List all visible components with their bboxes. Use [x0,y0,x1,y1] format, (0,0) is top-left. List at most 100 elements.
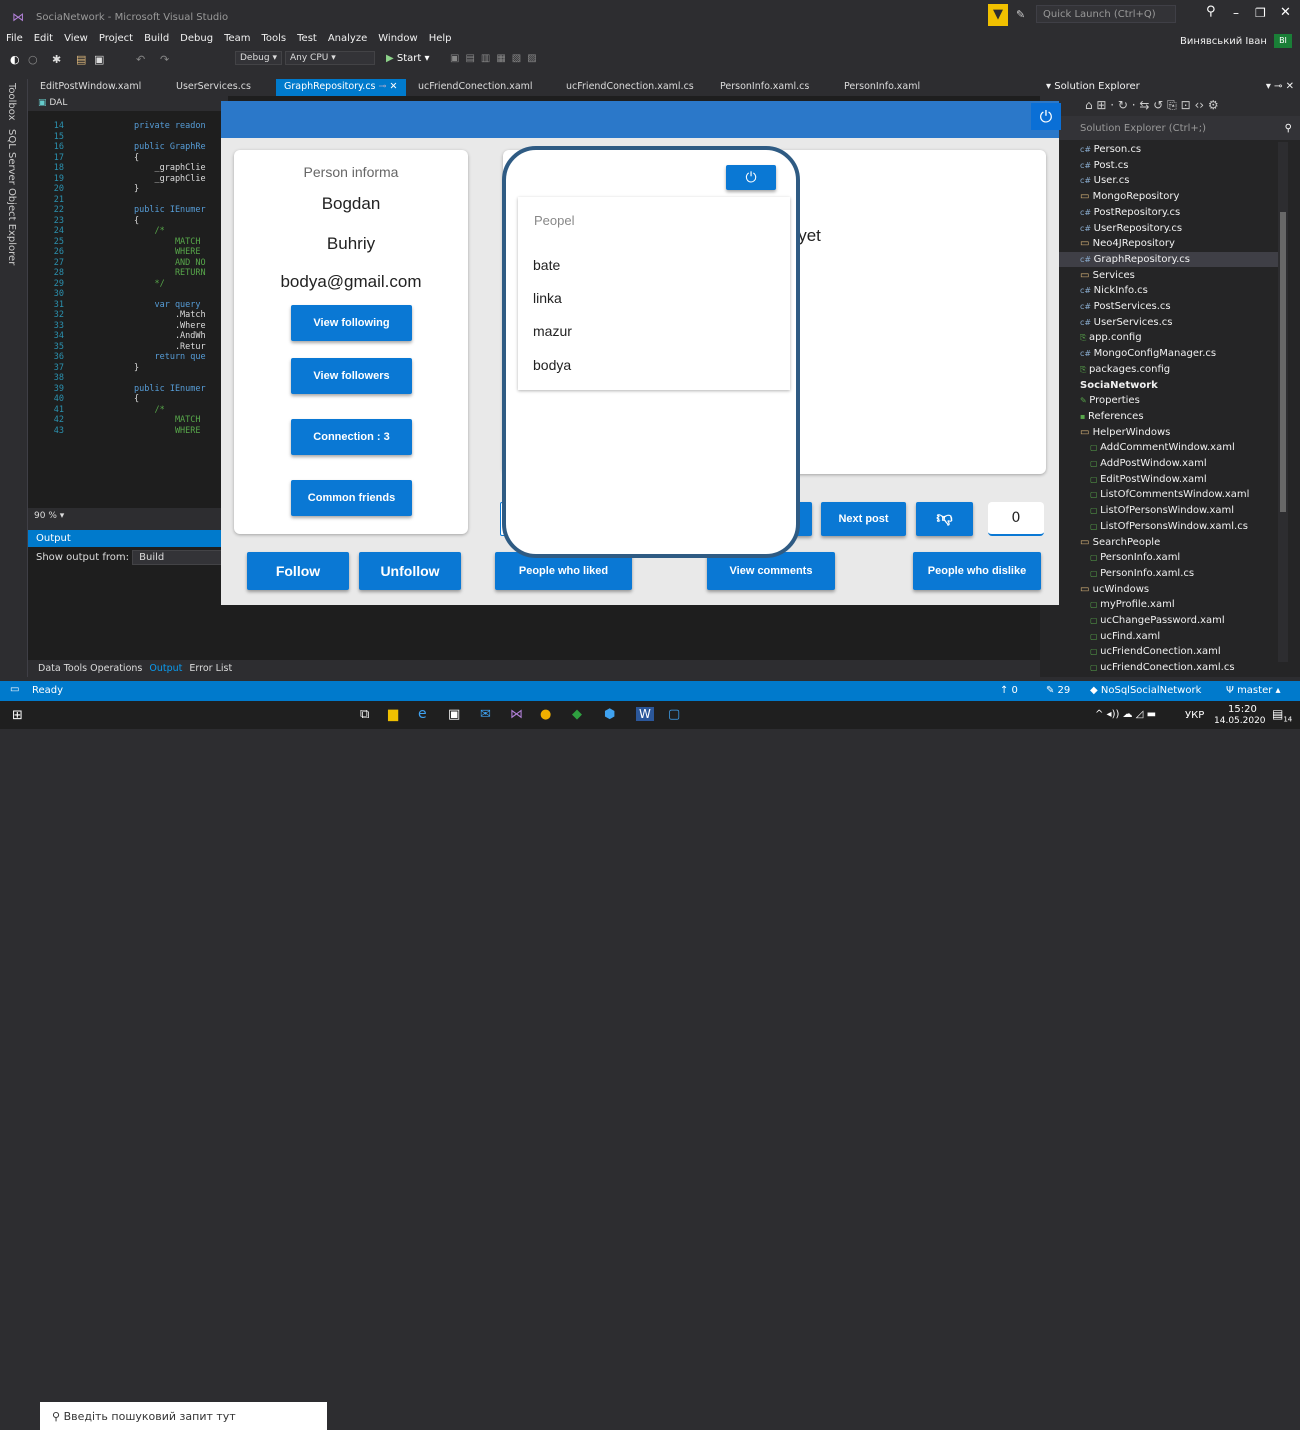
solution-item[interactable]: ▭ SearchPeople [1040,535,1278,550]
code-line[interactable]: 23 { [36,216,206,227]
clock-date[interactable]: 14.05.2020 [1214,716,1266,726]
solution-item[interactable]: ▢ AddPostWindow.xaml [1040,456,1278,471]
restore-button[interactable]: ❐ [1255,6,1266,20]
tab-userservices-cs[interactable]: UserServices.cs [168,79,259,96]
solution-item[interactable]: ▢ myProfile.xaml [1040,597,1278,612]
solution-item[interactable]: ▢ ListOfPersonsWindow.xaml [1040,503,1278,518]
solution-item[interactable]: ✎ Properties [1040,393,1278,408]
solution-item[interactable]: ⎘ packages.config [1040,362,1278,377]
visual-studio-icon[interactable]: ⋈ [510,707,523,722]
solution-item[interactable]: ▢ AddCommentWindow.xaml [1040,440,1278,455]
project-dropdown[interactable]: ▣ DAL [28,96,228,111]
code-line[interactable]: 37} [36,363,206,374]
mail-icon[interactable]: ✉ [480,707,491,722]
status-repo[interactable]: ◆ NoSqlSocialNetwork [1090,685,1201,696]
zoom-control[interactable]: 90 % ▾ [28,508,228,524]
solution-item[interactable]: c# PostServices.cs [1040,299,1278,314]
solution-item[interactable]: ▢ ucFriendConection.xaml.cs [1040,660,1278,675]
code-line[interactable]: 42 MATCH [36,415,206,426]
toolbox-tab[interactable]: Toolbox [6,83,17,121]
connection-button[interactable]: Connection : 3 [291,419,412,455]
tab-editpostwindow-xaml[interactable]: EditPostWindow.xaml [32,79,149,96]
list-item[interactable]: mazur [533,323,572,339]
code-line[interactable]: 26 WHERE [36,247,206,258]
code-line[interactable]: 28 RETURN [36,268,206,279]
code-text[interactable]: 14 private readon 15 16 public GraphRe 17 {18 … [36,121,206,436]
code-line[interactable]: 29 */ [36,279,206,290]
output-source-select[interactable]: Build [132,550,223,565]
menu-window[interactable]: Window [378,33,417,44]
menu-debug[interactable]: Debug [180,33,213,44]
configuration-select[interactable]: Debug ▾ [235,51,282,65]
app-window-icon[interactable]: ▢ [668,707,680,722]
quick-launch-search-icon[interactable]: ⚲ [1206,4,1216,19]
undo-icon[interactable]: ↶ [136,53,145,66]
code-line[interactable]: 24 /* [36,226,206,237]
quick-launch-input[interactable]: Quick Launch (Ctrl+Q) [1036,5,1176,23]
filter-icon[interactable]: ▼ [988,4,1008,26]
status-edits[interactable]: ✎ 29 [1046,685,1070,696]
solution-item[interactable]: ▢ EditPostWindow.xaml [1040,472,1278,487]
feedback-icon[interactable]: ✎ [1016,8,1025,21]
start-button[interactable]: ▶ Start ▾ [386,53,430,64]
code-line[interactable]: 27 AND NO [36,258,206,269]
menu-edit[interactable]: Edit [34,33,53,44]
menu-file[interactable]: File [6,33,23,44]
solution-item[interactable]: c# Person.cs [1040,142,1278,157]
solution-item[interactable]: c# User.cs [1040,173,1278,188]
tab-data-tools-operations[interactable]: Data Tools Operations [38,663,142,674]
code-line[interactable]: 17 { [36,153,206,164]
forward-icon[interactable]: ○ [28,53,38,66]
chrome-icon[interactable]: ● [540,707,551,722]
code-line[interactable]: 36 return que [36,352,206,363]
list-item[interactable]: bate [533,257,560,273]
pin-icon[interactable]: ⊸ [379,81,387,92]
app-blue-icon[interactable]: ⬢ [604,707,615,722]
tab-personinfo-xaml[interactable]: PersonInfo.xaml [836,79,928,96]
list-item[interactable]: linka [533,290,562,306]
tab-error-list[interactable]: Error List [189,663,232,674]
solution-item[interactable]: ▢ PersonInfo.xaml [1040,550,1278,565]
solution-item[interactable]: ▢ ListOfCommentsWindow.xaml [1040,487,1278,502]
open-icon[interactable]: ▤ [76,53,86,66]
view-followers-button[interactable]: View followers [291,358,412,394]
solution-item[interactable]: c# NickInfo.cs [1040,283,1278,298]
tab-graphrepository-cs[interactable]: GraphRepository.cs ⊸ ✕ [276,79,406,96]
code-line[interactable]: 21 [36,195,206,206]
menu-build[interactable]: Build [144,33,169,44]
menu-help[interactable]: Help [429,33,452,44]
sql-server-object-explorer-tab[interactable]: SQL Server Object Explorer [6,129,17,265]
solution-scrollbar[interactable] [1278,142,1288,662]
code-line[interactable]: 20} [36,184,206,195]
task-view-icon[interactable]: ⧉ [360,707,369,722]
menu-analyze[interactable]: Analyze [328,33,367,44]
solution-item[interactable]: c# Post.cs [1040,158,1278,173]
solution-explorer-search[interactable]: Solution Explorer (Ctrl+;) ⚲ [1040,116,1300,140]
solution-item[interactable]: ▢ ucFriendConection.xaml [1040,644,1278,659]
solution-item[interactable]: c# UserServices.cs [1040,315,1278,330]
code-line[interactable]: 16 public GraphRe [36,142,206,153]
menu-team[interactable]: Team [224,33,250,44]
user-name[interactable]: Винявський Іван [1180,36,1267,47]
clock-time[interactable]: 15:20 [1228,704,1257,715]
tab-personinfo-xaml-cs[interactable]: PersonInfo.xaml.cs [712,79,817,96]
code-line[interactable]: 32 .Match [36,310,206,321]
code-line[interactable]: 33 .Where [36,321,206,332]
solution-item[interactable]: ▭ HelperWindows [1040,425,1278,440]
back-icon[interactable]: ◐ [10,53,20,66]
code-line[interactable]: 40 { [36,394,206,405]
code-line[interactable]: 34 .AndWh [36,331,206,342]
tab-output[interactable]: Output [149,663,182,674]
code-line[interactable]: 38 [36,373,206,384]
new-project-icon[interactable]: ✱ [52,53,61,66]
people-who-dislike-button[interactable]: People who dislike [913,552,1041,590]
taskbar-search-input[interactable]: ⚲ Введіть пошуковий запит тут [40,1402,327,1430]
notification-center[interactable]: ▤14 [1272,707,1292,723]
windows-start-icon[interactable]: ⊞ [12,708,23,723]
solution-item[interactable]: ⎘ app.config [1040,330,1278,345]
solution-item[interactable]: ▢ ucFind.xaml [1040,629,1278,644]
code-line[interactable]: 31 var query [36,300,206,311]
solution-item[interactable]: ▭ MongoRepository [1040,189,1278,204]
solution-item[interactable]: ▢ ucChangePassword.xaml [1040,613,1278,628]
code-line[interactable]: 15 [36,132,206,143]
